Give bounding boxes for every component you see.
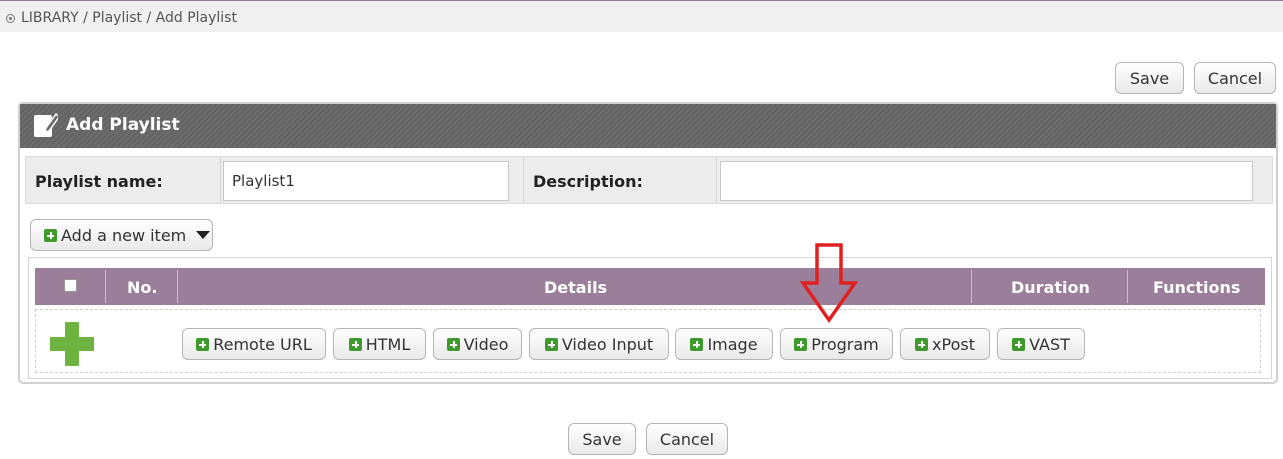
add-new-item-dropdown[interactable]: Add a new item <box>30 219 213 251</box>
html-button[interactable]: HTML <box>333 328 426 360</box>
playlist-items-table: No. Details Duration Functions Remote UR… <box>28 257 1272 379</box>
plus-icon <box>44 228 57 242</box>
breadcrumb: LIBRARY / Playlist / Add Playlist <box>6 10 237 26</box>
add-new-item-label: Add a new item <box>61 225 187 245</box>
plus-icon <box>544 337 558 351</box>
image-label: Image <box>707 334 758 354</box>
save-button-top[interactable]: Save <box>1115 62 1184 94</box>
divider <box>716 157 717 203</box>
vast-button[interactable]: VAST <box>997 328 1085 360</box>
xpost-button[interactable]: xPost <box>900 328 990 360</box>
column-functions: Functions <box>1153 278 1241 297</box>
add-item-plus-icon[interactable] <box>50 322 94 366</box>
caret-down-icon <box>196 231 211 239</box>
divider <box>105 270 106 303</box>
playlist-name-input[interactable] <box>223 161 509 201</box>
vast-label: VAST <box>1029 334 1070 354</box>
column-no: No. <box>127 278 158 297</box>
panel-header: Add Playlist <box>20 104 1276 148</box>
cancel-button-top[interactable]: Cancel <box>1194 62 1276 94</box>
save-button-bottom[interactable]: Save <box>568 423 636 455</box>
description-label: Description: <box>533 172 643 191</box>
video-input-button[interactable]: Video Input <box>529 328 669 360</box>
breadcrumb-text[interactable]: LIBRARY / Playlist / Add Playlist <box>21 10 237 26</box>
description-input[interactable] <box>720 161 1253 201</box>
divider <box>523 157 524 203</box>
video-label: Video <box>463 334 509 354</box>
plus-icon <box>196 337 210 351</box>
target-icon <box>6 13 15 23</box>
select-all-checkbox[interactable] <box>64 279 77 292</box>
video-button[interactable]: Video <box>433 328 522 360</box>
program-label: Program <box>811 334 879 354</box>
cancel-button-bottom[interactable]: Cancel <box>646 423 728 455</box>
add-playlist-panel: Add Playlist Playlist name: Description:… <box>18 102 1278 384</box>
column-duration: Duration <box>1011 278 1090 297</box>
edit-icon <box>34 112 58 137</box>
html-label: HTML <box>365 334 411 354</box>
plus-icon <box>348 337 362 351</box>
plus-icon <box>794 337 808 351</box>
red-arrow-annotation-icon <box>800 243 858 323</box>
new-item-row: Remote URL HTML Video Video Input Image … <box>35 309 1261 373</box>
plus-icon <box>915 337 929 351</box>
xpost-label: xPost <box>932 334 975 354</box>
image-button[interactable]: Image <box>675 328 773 360</box>
remote-url-label: Remote URL <box>213 334 312 354</box>
breadcrumb-bar: LIBRARY / Playlist / Add Playlist <box>0 0 1283 32</box>
plus-icon <box>1012 337 1026 351</box>
divider <box>177 270 178 303</box>
column-details: Details <box>544 278 608 297</box>
playlist-name-label: Playlist name: <box>35 172 163 191</box>
video-input-label: Video Input <box>561 334 654 354</box>
playlist-form-row: Playlist name: Description: <box>25 156 1273 204</box>
program-button[interactable]: Program <box>780 328 893 360</box>
plus-icon <box>690 337 704 351</box>
divider <box>971 270 972 303</box>
divider <box>1127 270 1128 303</box>
divider <box>220 157 221 203</box>
panel-title: Add Playlist <box>66 115 180 135</box>
remote-url-button[interactable]: Remote URL <box>182 328 326 360</box>
table-header: No. Details Duration Functions <box>35 268 1265 305</box>
plus-icon <box>446 337 460 351</box>
